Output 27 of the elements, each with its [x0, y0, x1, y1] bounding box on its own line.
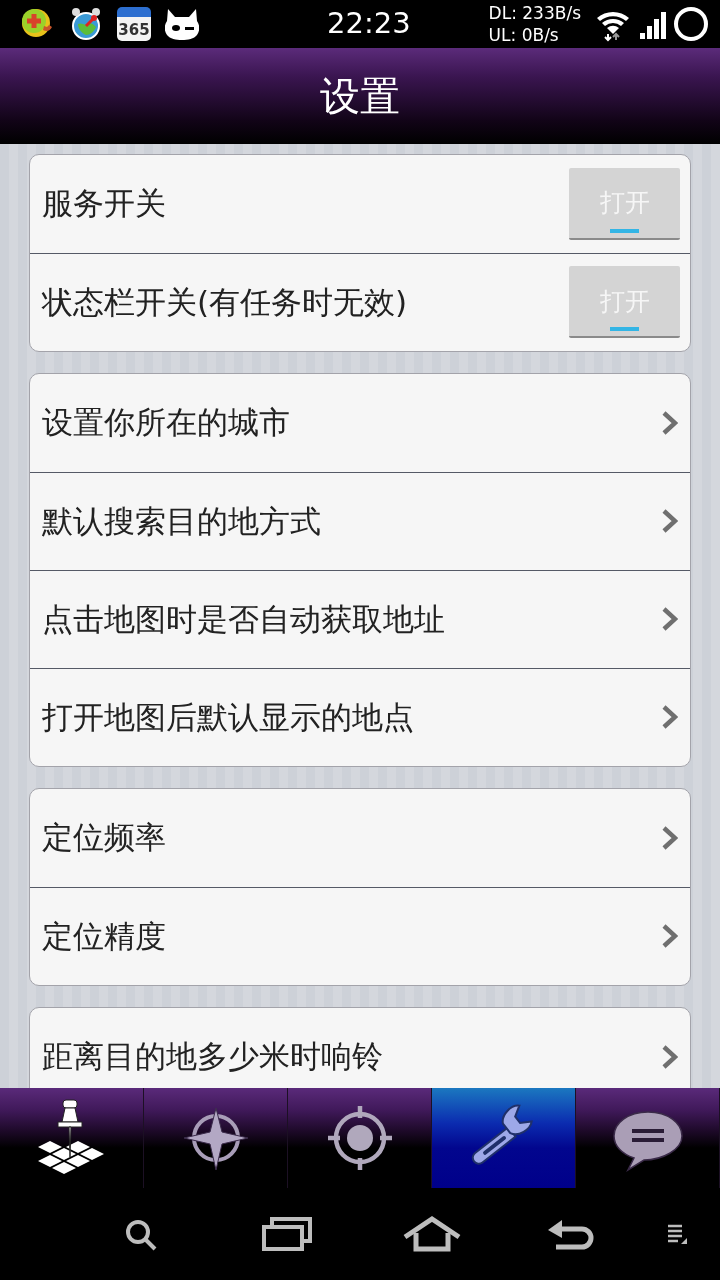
download-speed: DL: 233B/s [488, 1, 581, 24]
calendar-icon: 365 [117, 6, 151, 41]
chevron-right-icon [660, 923, 678, 950]
alarm-globe-icon [69, 5, 103, 42]
tab[interactable] [432, 1087, 576, 1188]
clock-time: 22:23 [327, 5, 411, 43]
recent-apps-icon[interactable] [262, 1214, 314, 1253]
setting-label: 服务开关 [42, 186, 166, 222]
settings-list-item[interactable]: 距离目的地多少米时响铃 [30, 1007, 690, 1088]
chevron-right-icon [660, 824, 678, 851]
settings-list-item[interactable]: 定位频率 [30, 788, 690, 887]
chevron-right-icon [660, 508, 678, 535]
upload-speed: UL: 0B/s [488, 23, 560, 46]
chevron-right-icon [660, 704, 678, 731]
settings-list-item[interactable]: 定位精度 [30, 886, 690, 985]
battery-circle-icon [673, 5, 709, 42]
chevron-right-icon [660, 1043, 678, 1070]
chevron-right-icon [660, 409, 678, 436]
chevron-right-icon [660, 606, 678, 633]
settings-list-item[interactable]: 设置你所在的城市 [30, 373, 690, 472]
screen-title: 设置 [320, 71, 400, 121]
menu-icon[interactable] [667, 1222, 689, 1245]
settings-list-item[interactable]: 打开地图后默认显示的地点 [30, 667, 690, 766]
settings-list-item[interactable]: 点击地图时是否自动获取地址 [30, 569, 690, 668]
settings-list-item[interactable]: 默认搜索目的地方式 [30, 471, 690, 570]
home-icon[interactable] [402, 1214, 462, 1253]
setting-label: 状态栏开关(有任务时无效) [42, 284, 408, 321]
